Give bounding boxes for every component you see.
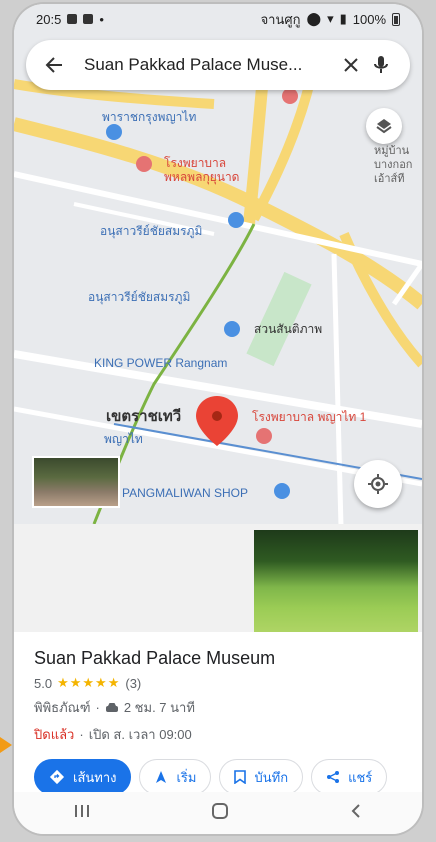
status-time: 20:5	[36, 11, 62, 27]
close-icon	[344, 58, 358, 72]
map-label-hospital-top: พาราชกรุงพญาไท	[102, 110, 197, 124]
home-button[interactable]	[210, 801, 230, 826]
map-label-monument2: อนุสาวรีย์ชัยสมรภูมิ	[88, 290, 191, 304]
map-label-park: สวนสันติภาพ	[254, 322, 323, 336]
system-nav-bar	[14, 792, 422, 834]
map-label-right: หมู่บ้านบางกอกเอ้าส์ที	[374, 145, 413, 185]
map-label-mall: PANGMALIWAN SHOP	[122, 486, 249, 500]
rating-stars: ★★★★★	[57, 675, 121, 690]
place-sheet[interactable]: Suan Pakkad Palace Museum 5.0 ★★★★★ (3) …	[14, 632, 422, 795]
voice-search-button[interactable]	[366, 50, 396, 80]
clear-button[interactable]	[336, 50, 366, 80]
info-row: พิพิธภัณฑ์ · 2 ชม. 7 นาที	[34, 697, 402, 718]
recent-apps-button[interactable]	[73, 803, 91, 824]
back-button[interactable]	[40, 50, 70, 80]
status-bar: 20:5 • จานศูกู ⬤ ▾ ▮ 100%	[14, 4, 422, 34]
rating-row: 5.0 ★★★★★ (3)	[34, 675, 402, 691]
battery-icon	[392, 12, 400, 26]
my-location-button[interactable]	[354, 460, 402, 508]
hours-row: ปิดแล้ว · เปิด ส. เวลา 09:00	[34, 724, 402, 745]
open-status: ปิดแล้ว	[34, 727, 75, 742]
chevron-left-icon	[351, 803, 360, 818]
location-icon: ⬤	[306, 11, 322, 26]
recents-icon	[75, 804, 90, 817]
status-carrier: จานศูกู	[260, 11, 301, 27]
map-label-monument: อนุสาวรีย์ชัยสมรภูมิ	[100, 224, 203, 238]
layers-button[interactable]	[366, 108, 402, 144]
microphone-icon	[374, 56, 388, 73]
phone-frame: พาราชกรุงพญาไท โรงพยาบาล พหลพลกุยุนาด อน…	[14, 4, 422, 834]
map-label-king-power: KING POWER Rangnam	[94, 356, 228, 370]
bookmark-icon	[234, 770, 247, 784]
place-category: พิพิธภัณฑ์	[34, 700, 91, 715]
wifi-icon: ▾	[327, 11, 334, 26]
travel-time: 2 ชม. 7 นาที	[123, 700, 195, 715]
dot-icon: •	[99, 11, 104, 27]
start-label: เริ่ม	[176, 769, 197, 785]
rating-value: 5.0	[34, 675, 53, 691]
navigation-arrow-icon	[156, 771, 167, 783]
share-icon	[327, 771, 340, 783]
crosshair-icon	[368, 474, 388, 494]
action-buttons: เส้นทาง เริ่ม บันทึก แชร์	[34, 759, 402, 795]
home-icon	[211, 802, 228, 819]
layers-icon	[376, 119, 392, 134]
share-button[interactable]: แชร์	[311, 759, 388, 795]
search-bar[interactable]: Suan Pakkad Palace Muse...	[26, 40, 410, 90]
directions-icon	[49, 769, 65, 785]
opening-time: เปิด ส. เวลา 09:00	[88, 727, 192, 742]
directions-label: เส้นทาง	[73, 769, 117, 785]
place-title: Suan Pakkad Palace Museum	[34, 648, 276, 668]
status-battery: 100%	[352, 11, 386, 27]
place-photo-main[interactable]	[254, 530, 418, 634]
start-button[interactable]: เริ่ม	[139, 759, 212, 795]
car-icon	[105, 702, 118, 712]
pointer-arrow-icon	[0, 737, 12, 753]
map-label-hospital-top3: พหลพลกุยุนาด	[164, 170, 240, 184]
arrow-left-icon	[45, 57, 62, 73]
map-label-district: เขตราชเทวี	[106, 408, 182, 425]
search-input[interactable]: Suan Pakkad Palace Muse...	[84, 55, 336, 75]
gallery-icon	[67, 14, 78, 24]
save-label: บันทึก	[254, 769, 289, 785]
back-nav-button[interactable]	[349, 803, 363, 824]
save-button[interactable]: บันทึก	[219, 759, 304, 795]
place-photo-thumbnail[interactable]	[32, 456, 120, 508]
directions-button[interactable]: เส้นทาง	[34, 759, 132, 795]
map-label-phayathai: พญาไท	[104, 432, 143, 446]
signal-icon: ▮	[339, 11, 347, 26]
review-count: (3)	[125, 675, 142, 691]
map-label-hospital: โรงพยาบาล พญาไท 1	[252, 410, 367, 424]
youtube-icon	[83, 14, 94, 24]
share-label: แชร์	[348, 769, 373, 785]
